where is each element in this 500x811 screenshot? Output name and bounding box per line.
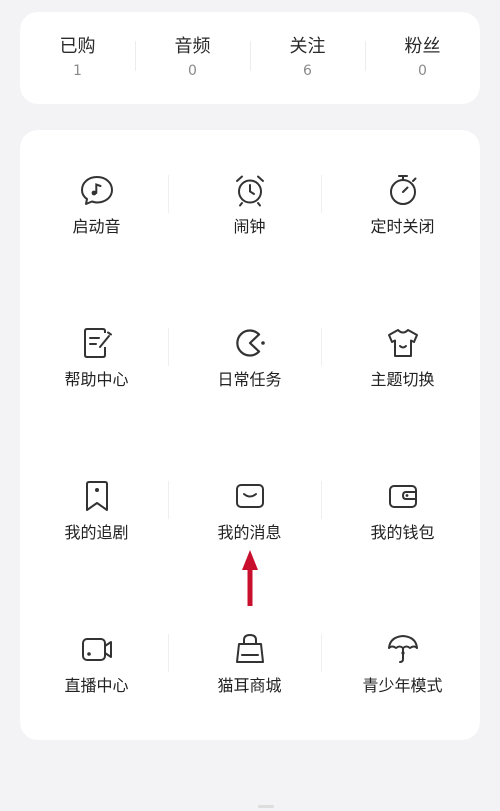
wallet-icon — [388, 485, 417, 508]
stats-card: 已购 1 音频 0 关注 6 粉丝 0 — [20, 12, 480, 104]
grid-item-label: 我的追剧 — [64, 523, 129, 542]
grid-item-live-center[interactable]: 直播中心 — [20, 631, 173, 697]
grid-item-teen-mode[interactable]: 青少年模式 — [326, 631, 479, 697]
stat-fans[interactable]: 粉丝 0 — [365, 35, 480, 81]
alarm-clock-icon — [235, 175, 264, 207]
grid-item-label: 闹钟 — [233, 217, 266, 236]
grid-item-label: 猫耳商城 — [217, 676, 282, 695]
grid-item-label: 青少年模式 — [362, 676, 443, 695]
timer-icon — [389, 175, 416, 205]
grid-item-startup-sound[interactable]: 启动音 — [20, 172, 173, 238]
bookmark-icon — [85, 481, 108, 511]
grid-item-alarm[interactable]: 闹钟 — [173, 172, 326, 238]
stat-purchased[interactable]: 已购 1 — [20, 35, 135, 81]
grid-item-label: 我的消息 — [217, 523, 282, 542]
feature-grid-card: 启动音 闹钟 定时关闭 帮助中心 日常任务 主题切换 我的追剧 我的消息 我的钱… — [20, 130, 480, 740]
annotation-arrow-icon — [242, 550, 258, 606]
video-camera-icon — [81, 638, 112, 661]
shopping-bag-icon — [235, 633, 264, 663]
grid-item-help-center[interactable]: 帮助中心 — [20, 325, 173, 391]
grid-item-label: 帮助中心 — [64, 370, 129, 389]
stats-row: 已购 1 音频 0 关注 6 粉丝 0 — [20, 12, 480, 104]
grid-item-theme-switch[interactable]: 主题切换 — [326, 325, 479, 391]
grid-item-maoer-mall[interactable]: 猫耳商城 — [173, 631, 326, 697]
grid-item-daily-tasks[interactable]: 日常任务 — [173, 325, 326, 391]
grid-item-label: 启动音 — [72, 217, 121, 236]
grid-item-timed-close[interactable]: 定时关闭 — [326, 172, 479, 238]
message-icon — [235, 484, 264, 508]
grid-item-label: 我的钱包 — [370, 523, 435, 542]
stat-label: 粉丝 — [404, 36, 441, 57]
grid-item-label: 直播中心 — [64, 676, 129, 695]
stat-value: 6 — [303, 63, 312, 79]
pacman-icon — [235, 329, 265, 357]
tshirt-icon — [387, 329, 418, 357]
stat-label: 音频 — [174, 36, 211, 57]
grid-item-my-shows[interactable]: 我的追剧 — [20, 478, 173, 544]
edit-note-icon — [83, 328, 112, 358]
stat-label: 已购 — [59, 36, 96, 57]
stat-value: 0 — [188, 63, 197, 79]
music-bubble-icon — [80, 176, 113, 205]
stat-label: 关注 — [289, 36, 326, 57]
stat-value: 0 — [418, 63, 427, 79]
grid-item-my-wallet[interactable]: 我的钱包 — [326, 478, 479, 544]
grid-item-label: 主题切换 — [370, 370, 435, 389]
grid-item-my-messages[interactable]: 我的消息 — [173, 478, 326, 544]
grid-item-label: 日常任务 — [217, 370, 282, 389]
grid-item-label: 定时关闭 — [370, 217, 435, 236]
umbrella-icon — [387, 635, 418, 663]
stat-value: 1 — [73, 63, 82, 79]
stat-following[interactable]: 关注 6 — [250, 35, 365, 81]
stat-audio[interactable]: 音频 0 — [135, 35, 250, 81]
bottom-indicator — [258, 805, 274, 808]
